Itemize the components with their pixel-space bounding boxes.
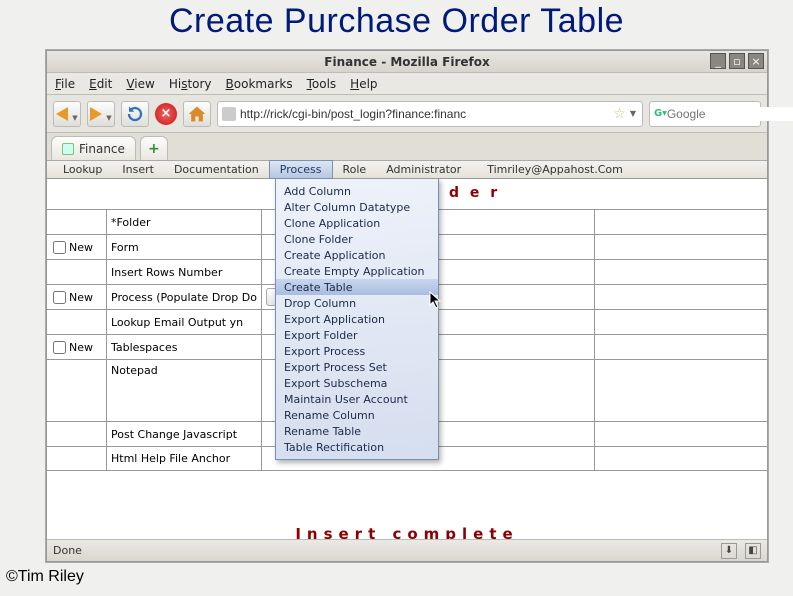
browser-toolbar: ▼ ▼ × ☆ ▼ G▼ 🔍 <box>47 95 767 133</box>
status-bar: Done ⬇ ◧ <box>47 539 767 561</box>
maximize-button[interactable]: ▫ <box>729 53 745 69</box>
row-process-label: Process (Populate Drop Do <box>107 285 262 309</box>
menu-edit[interactable]: Edit <box>89 77 112 91</box>
row-html-help-chk <box>47 447 107 470</box>
tab-favicon <box>62 143 74 155</box>
dropdown-item-add-column[interactable]: Add Column <box>276 183 438 199</box>
dropdown-item-table-rectification[interactable]: Table Rectification <box>276 439 438 455</box>
dropdown-item-export-subschema[interactable]: Export Subschema <box>276 375 438 391</box>
dropdown-item-export-process[interactable]: Export Process <box>276 343 438 359</box>
appmenu-documentation[interactable]: Documentation <box>164 161 269 178</box>
appmenu-email: Timriley@Appahost.Com <box>477 161 633 178</box>
search-input[interactable] <box>667 107 793 121</box>
appmenu-role[interactable]: Role <box>333 161 377 178</box>
result-message: Insert complete <box>47 525 767 539</box>
dropdown-item-export-application[interactable]: Export Application <box>276 311 438 327</box>
close-button[interactable]: × <box>748 53 764 69</box>
row-lookup-email-label: Lookup Email Output yn <box>107 310 262 334</box>
window-title: Finance - Mozilla Firefox <box>324 55 489 69</box>
url-input[interactable] <box>240 107 611 121</box>
status-icons: ⬇ ◧ <box>721 543 761 559</box>
window-buttons: _ ▫ × <box>710 53 764 69</box>
search-bar[interactable]: G▼ 🔍 <box>649 101 761 127</box>
window-titlebar: Finance - Mozilla Firefox _ ▫ × <box>47 51 767 73</box>
process-dropdown-menu: Add ColumnAlter Column DatatypeClone App… <box>275 179 439 460</box>
row-folder-chk <box>47 210 107 234</box>
row-tablespaces-chk: New <box>47 335 107 359</box>
menu-bookmarks[interactable]: Bookmarks <box>226 77 293 91</box>
menu-view[interactable]: View <box>126 77 154 91</box>
dropdown-item-create-application[interactable]: Create Application <box>276 247 438 263</box>
appmenu-administrator[interactable]: Administrator <box>376 161 471 178</box>
new-checkbox-2[interactable] <box>53 291 66 304</box>
bookmark-star-icon[interactable]: ☆ <box>611 106 628 122</box>
url-favicon <box>222 107 236 121</box>
home-button[interactable] <box>183 101 211 127</box>
appmenu-lookup[interactable]: Lookup <box>53 161 112 178</box>
new-tab-button[interactable]: + <box>140 136 168 160</box>
stop-button[interactable]: × <box>155 103 177 125</box>
new-checkbox-1[interactable] <box>53 241 66 254</box>
app-menubar: Lookup Insert Documentation Process Role… <box>47 161 767 179</box>
dropdown-item-create-empty-application[interactable]: Create Empty Application <box>276 263 438 279</box>
menu-history[interactable]: History <box>169 77 212 91</box>
menu-file[interactable]: File <box>55 77 75 91</box>
menu-help[interactable]: Help <box>350 77 377 91</box>
dropdown-item-export-folder[interactable]: Export Folder <box>276 327 438 343</box>
page-content: d e r *Folder New Form Insert Rows Numbe… <box>47 179 767 539</box>
dropdown-item-drop-column[interactable]: Drop Column <box>276 295 438 311</box>
row-form-chk: New <box>47 235 107 259</box>
row-post-change-label: Post Change Javascript <box>107 422 262 446</box>
row-form-label: Form <box>107 235 262 259</box>
status-misc-icon[interactable]: ◧ <box>745 543 761 559</box>
status-text: Done <box>53 544 82 557</box>
row-lookup-email-chk <box>47 310 107 334</box>
cursor-icon <box>429 291 445 311</box>
browser-window: Finance - Mozilla Firefox _ ▫ × File Edi… <box>46 50 768 562</box>
dropdown-item-rename-table[interactable]: Rename Table <box>276 423 438 439</box>
minimize-button[interactable]: _ <box>710 53 726 69</box>
download-icon[interactable]: ⬇ <box>721 543 737 559</box>
dropdown-item-rename-column[interactable]: Rename Column <box>276 407 438 423</box>
url-dropdown-icon[interactable]: ▼ <box>628 109 638 118</box>
dropdown-item-clone-folder[interactable]: Clone Folder <box>276 231 438 247</box>
row-post-change-chk <box>47 422 107 446</box>
dropdown-item-create-table[interactable]: Create Table <box>276 279 438 295</box>
forward-button[interactable]: ▼ <box>87 101 115 127</box>
dropdown-item-alter-column-datatype[interactable]: Alter Column Datatype <box>276 199 438 215</box>
browser-menubar: File Edit View History Bookmarks Tools H… <box>47 73 767 95</box>
row-folder-label: *Folder <box>107 210 262 234</box>
home-icon <box>187 104 207 124</box>
dropdown-item-clone-application[interactable]: Clone Application <box>276 215 438 231</box>
row-insert-rows-label: Insert Rows Number <box>107 260 262 284</box>
row-tablespaces-label: Tablespaces <box>107 335 262 359</box>
plus-icon: + <box>148 141 160 157</box>
tab-strip: Finance + <box>47 133 767 161</box>
row-notepad-chk <box>47 360 107 421</box>
arrow-left-icon <box>56 107 68 121</box>
arrow-right-icon <box>90 107 102 121</box>
reload-button[interactable] <box>121 101 149 127</box>
dropdown-item-maintain-user-account[interactable]: Maintain User Account <box>276 391 438 407</box>
row-process-chk: New <box>47 285 107 309</box>
tab-label: Finance <box>79 142 125 156</box>
row-notepad-label: Notepad <box>107 360 262 421</box>
back-button[interactable]: ▼ <box>53 101 81 127</box>
menu-tools[interactable]: Tools <box>307 77 337 91</box>
appmenu-process[interactable]: Process <box>269 160 333 179</box>
tab-finance[interactable]: Finance <box>51 136 136 160</box>
url-bar[interactable]: ☆ ▼ <box>217 101 643 127</box>
slide-copyright: ©Tim Riley <box>6 568 84 586</box>
row-insert-rows-chk <box>47 260 107 284</box>
row-html-help-label: Html Help File Anchor <box>107 447 262 470</box>
reload-icon <box>126 105 144 123</box>
slide-title: Create Purchase Order Table <box>0 0 793 41</box>
search-engine-icon[interactable]: G▼ <box>654 107 667 121</box>
new-checkbox-3[interactable] <box>53 341 66 354</box>
appmenu-insert[interactable]: Insert <box>112 161 164 178</box>
dropdown-item-export-process-set[interactable]: Export Process Set <box>276 359 438 375</box>
